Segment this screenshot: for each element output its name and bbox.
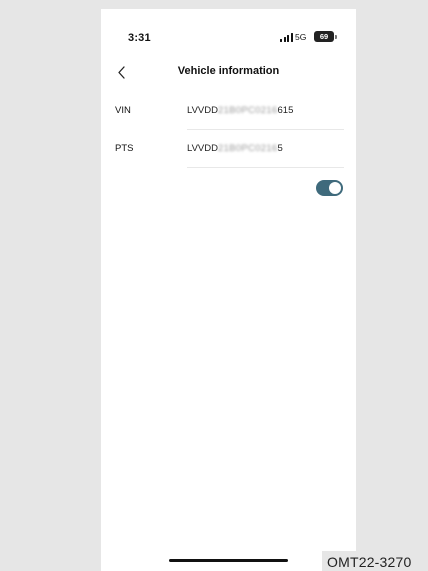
battery-tip (335, 35, 337, 39)
vin-row: VIN LVVDD21B0PC0216615 (101, 92, 356, 130)
pts-value-prefix: LVVDD (187, 143, 218, 154)
pts-label: PTS (115, 143, 134, 154)
pts-value: LVVDD21B0PC02165 (187, 143, 283, 154)
page-title: Vehicle information (177, 65, 280, 77)
vin-value-redacted: 21B0PC0216 (217, 105, 278, 116)
vin-value-suffix: 615 (277, 105, 294, 116)
divider (187, 167, 344, 168)
nav-bar: Vehicle information (101, 63, 356, 89)
vin-label: VIN (115, 105, 131, 116)
vin-value-prefix: LVVDD (187, 105, 218, 116)
status-time: 3:31 (128, 32, 151, 44)
battery-icon: 69 (314, 31, 334, 42)
phone-screen: 3:31 5G 69 Vehicle information VIN LVVDD… (101, 9, 356, 571)
vin-value: LVVDD21B0PC0216615 (187, 105, 293, 116)
pts-value-redacted: 21B0PC0216 (217, 143, 278, 154)
toggle-knob (329, 182, 341, 194)
home-indicator[interactable] (169, 559, 288, 562)
signal-bars-icon (280, 33, 294, 42)
toggle-switch[interactable] (316, 180, 343, 196)
network-type: 5G (295, 32, 307, 42)
status-bar: 3:31 5G 69 (101, 9, 356, 53)
pts-value-suffix: 5 (277, 143, 283, 154)
figure-caption: OMT22-3270 (327, 554, 412, 570)
pts-row: PTS LVVDD21B0PC02165 (101, 130, 356, 168)
